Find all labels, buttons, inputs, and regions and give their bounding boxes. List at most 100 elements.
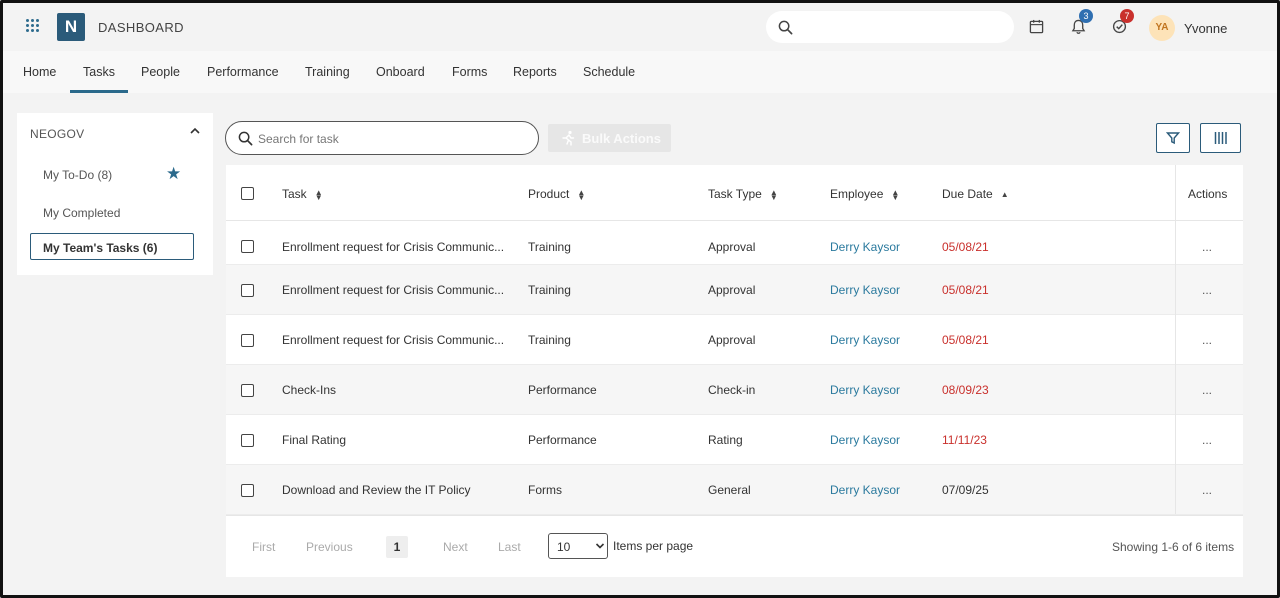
column-header-actions: Actions: [1188, 187, 1228, 201]
task-name[interactable]: Enrollment request for Crisis Communic..…: [282, 333, 504, 347]
top-bar: N DASHBOARD 3 7 YA Yvonne: [3, 3, 1277, 51]
star-icon[interactable]: ★: [166, 165, 181, 182]
product: Training: [528, 240, 571, 254]
nav-tasks[interactable]: Tasks: [83, 65, 115, 79]
nav-forms[interactable]: Forms: [452, 65, 487, 79]
sort-icon[interactable]: ▲ ▼: [577, 188, 585, 201]
row-actions-menu[interactable]: ...: [1202, 333, 1212, 347]
row-checkbox[interactable]: [241, 240, 254, 253]
product: Performance: [528, 383, 597, 397]
column-header-employee[interactable]: Employee ▲ ▼: [830, 187, 899, 201]
nav-home[interactable]: Home: [23, 65, 56, 79]
task-search-input[interactable]: [258, 130, 528, 148]
next-page-link[interactable]: Next: [443, 540, 468, 554]
column-header-task-type[interactable]: Task Type ▲ ▼: [708, 187, 778, 201]
app-window: N DASHBOARD 3 7 YA Yvonne Home Tasks Peo…: [0, 0, 1280, 598]
row-checkbox[interactable]: [241, 434, 254, 447]
product: Training: [528, 333, 571, 347]
table-row[interactable]: Enrollment request for Crisis Communic..…: [226, 222, 1243, 265]
nav-schedule[interactable]: Schedule: [583, 65, 635, 79]
chevron-up-icon[interactable]: [189, 125, 201, 137]
row-actions-menu[interactable]: ...: [1202, 433, 1212, 447]
column-header-task[interactable]: Task ▲ ▼: [282, 187, 323, 201]
column-header-due-date[interactable]: Due Date ▲: [942, 187, 1009, 201]
employee-link[interactable]: Derry Kaysor: [830, 283, 900, 297]
task-type: Check-in: [708, 383, 756, 397]
chevron-down-icon: [595, 543, 605, 549]
sidebar-title: NEOGOV: [30, 127, 85, 141]
row-checkbox[interactable]: [241, 384, 254, 397]
first-page-link[interactable]: First: [252, 540, 275, 554]
sort-ascending-icon[interactable]: ▲: [1001, 191, 1009, 199]
sidebar-item-my-todo[interactable]: My To-Do (8): [43, 168, 112, 182]
task-name[interactable]: Enrollment request for Crisis Communic..…: [282, 240, 504, 254]
column-header-product[interactable]: Product ▲ ▼: [528, 187, 585, 201]
items-per-page-select[interactable]: 10: [548, 533, 608, 559]
row-actions-menu[interactable]: ...: [1202, 383, 1212, 397]
due-date: 08/09/23: [942, 383, 989, 397]
nav-people[interactable]: People: [141, 65, 180, 79]
due-date: 07/09/25: [942, 483, 989, 497]
sort-icon[interactable]: ▲ ▼: [891, 188, 899, 201]
nav-performance[interactable]: Performance: [207, 65, 279, 79]
bulk-actions-label: Bulk Actions: [582, 131, 661, 146]
task-name[interactable]: Enrollment request for Crisis Communic..…: [282, 283, 504, 297]
employee-link[interactable]: Derry Kaysor: [830, 240, 900, 254]
nav-training[interactable]: Training: [305, 65, 350, 79]
tasks-button[interactable]: 7: [1112, 9, 1134, 37]
task-name[interactable]: Download and Review the IT Policy: [282, 483, 471, 497]
due-date: 05/08/21: [942, 240, 989, 254]
employee-link[interactable]: Derry Kaysor: [830, 433, 900, 447]
filter-button[interactable]: [1156, 123, 1190, 153]
table-row[interactable]: Enrollment request for Crisis Communic..…: [226, 265, 1243, 315]
task-type: General: [708, 483, 751, 497]
username[interactable]: Yvonne: [1184, 21, 1227, 36]
row-checkbox[interactable]: [241, 284, 254, 297]
current-page[interactable]: 1: [386, 536, 408, 558]
columns-button[interactable]: [1200, 123, 1241, 153]
notifications-count-badge: 3: [1079, 9, 1093, 23]
row-actions-menu[interactable]: ...: [1202, 283, 1212, 297]
task-name[interactable]: Check-Ins: [282, 383, 336, 397]
employee-link[interactable]: Derry Kaysor: [830, 483, 900, 497]
sort-icon[interactable]: ▲ ▼: [770, 188, 778, 201]
row-checkbox[interactable]: [241, 484, 254, 497]
table-row[interactable]: Download and Review the IT Policy Forms …: [226, 465, 1243, 515]
nav-onboard[interactable]: Onboard: [376, 65, 425, 79]
product: Performance: [528, 433, 597, 447]
task-search-field[interactable]: [225, 121, 539, 155]
table-row[interactable]: Final Rating Performance Rating Derry Ka…: [226, 415, 1243, 465]
global-search-input[interactable]: [766, 11, 1014, 43]
table-row[interactable]: Enrollment request for Crisis Communic..…: [226, 315, 1243, 365]
due-date: 05/08/21: [942, 283, 989, 297]
logo[interactable]: N: [57, 13, 85, 41]
last-page-link[interactable]: Last: [498, 540, 521, 554]
row-actions-menu[interactable]: ...: [1202, 240, 1212, 254]
calendar-icon[interactable]: [1029, 19, 1047, 37]
bulk-actions-button[interactable]: Bulk Actions: [548, 124, 671, 152]
employee-link[interactable]: Derry Kaysor: [830, 383, 900, 397]
nav-reports[interactable]: Reports: [513, 65, 557, 79]
sidebar: NEOGOV My To-Do (8) ★ My Completed My Te…: [17, 113, 213, 275]
row-checkbox[interactable]: [241, 334, 254, 347]
previous-page-link[interactable]: Previous: [306, 540, 353, 554]
table-header: Task ▲ ▼ Product ▲ ▼ Task Type ▲ ▼ Employee ▲ ▼ …: [226, 165, 1243, 221]
dashboard-title[interactable]: DASHBOARD: [98, 20, 184, 35]
search-icon: [778, 20, 793, 35]
sort-icon[interactable]: ▲ ▼: [315, 188, 323, 201]
app-launcher-icon[interactable]: [26, 19, 40, 33]
select-all-checkbox[interactable]: [241, 187, 254, 200]
sidebar-item-my-team-tasks[interactable]: My Team's Tasks (6): [30, 233, 194, 260]
table-row[interactable]: Check-Ins Performance Check-in Derry Kay…: [226, 365, 1243, 415]
showing-count: Showing 1-6 of 6 items: [1112, 540, 1235, 554]
row-actions-menu[interactable]: ...: [1202, 483, 1212, 497]
items-per-page-label: Items per page: [613, 539, 694, 553]
employee-link[interactable]: Derry Kaysor: [830, 333, 900, 347]
filter-icon: [1166, 132, 1180, 145]
avatar[interactable]: YA: [1149, 15, 1175, 41]
notifications-button[interactable]: 3: [1071, 9, 1093, 37]
sidebar-item-my-completed[interactable]: My Completed: [43, 206, 120, 220]
main-nav: Home Tasks People Performance Training O…: [3, 51, 1277, 93]
product: Training: [528, 283, 571, 297]
task-name[interactable]: Final Rating: [282, 433, 346, 447]
